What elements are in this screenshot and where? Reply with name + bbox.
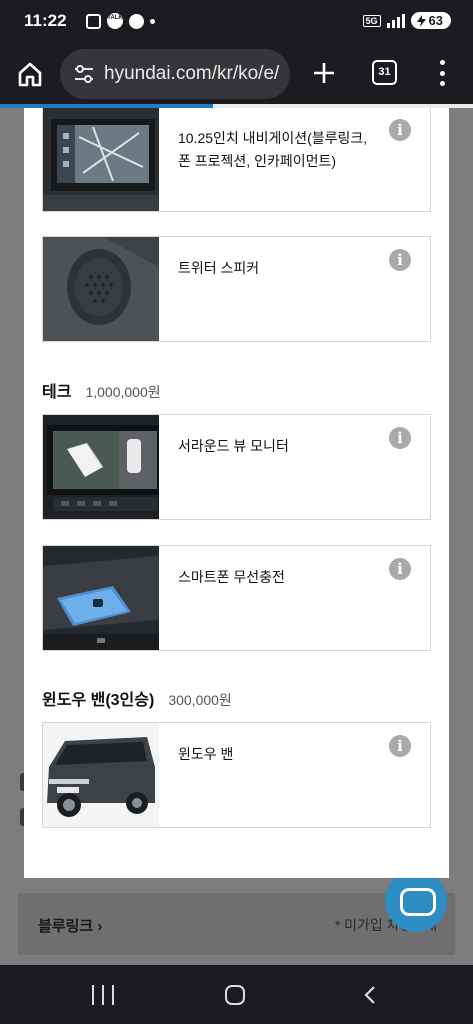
status-right: 5G 63 xyxy=(362,12,451,29)
option-detail-modal: 10.25인치 내비게이션(블루링크, 폰 프로젝션, 인카페이먼트) i 트위… xyxy=(24,108,449,878)
option-group-name: 윈도우 밴(3인승) xyxy=(42,692,155,709)
option-name: 스마트폰 무선충전 xyxy=(178,569,285,585)
bluelink-link[interactable]: 블루링크 › xyxy=(38,915,102,936)
chat-button[interactable] xyxy=(385,870,447,932)
more-menu-icon[interactable] xyxy=(438,60,446,86)
surround-view-monitor-image xyxy=(43,415,159,519)
option-name: 윈도우 밴 xyxy=(178,746,234,762)
chat-bubble-icon xyxy=(129,13,144,29)
new-tab-icon[interactable] xyxy=(309,58,339,88)
info-icon[interactable]: i xyxy=(389,427,411,449)
back-icon[interactable] xyxy=(360,985,380,1005)
battery-level: 63 xyxy=(428,13,443,28)
option-card: 스마트폰 무선충전 i xyxy=(42,545,431,651)
option-name: 트위터 스피커 xyxy=(178,260,260,276)
signal-icon xyxy=(386,13,405,28)
network-type: 5G xyxy=(362,14,381,27)
option-card: 윈도우 밴 i xyxy=(42,722,431,828)
window-van-car-image xyxy=(43,723,159,827)
status-bar: 11:22 TALK 5G 63 xyxy=(0,0,473,44)
chevron-right-icon: › xyxy=(97,918,103,935)
notification-icons: TALK xyxy=(86,13,155,29)
option-card: 10.25인치 내비게이션(블루링크, 폰 프로젝션, 인카페이먼트) i xyxy=(42,108,431,212)
option-group-header: 테크 1,000,000원 xyxy=(42,378,161,402)
info-icon[interactable]: i xyxy=(389,558,411,580)
web-page: 블루링크 › * 미가입 차량 0대 10.25인치 내비게이션(블루링크, 폰… xyxy=(0,108,473,965)
screenshot-icon xyxy=(86,13,101,29)
info-icon[interactable]: i xyxy=(389,249,411,271)
more-notifications-dot-icon xyxy=(150,18,155,24)
home-nav-icon[interactable] xyxy=(225,985,245,1005)
tab-switcher-button[interactable]: 31 xyxy=(372,60,397,85)
option-group-price: 1,000,000원 xyxy=(85,384,161,400)
status-time: 11:22 xyxy=(24,11,67,30)
talk-icon: TALK xyxy=(107,13,123,29)
system-nav-bar xyxy=(0,965,473,1024)
address-bar[interactable]: hyundai.com/kr/ko/e/ xyxy=(60,49,290,99)
option-name: 10.25인치 내비게이션(블루링크, 폰 프로젝션, 인카페이먼트) xyxy=(178,130,368,169)
battery-indicator: 63 xyxy=(410,12,451,29)
home-icon[interactable] xyxy=(16,60,44,88)
info-icon[interactable]: i xyxy=(389,735,411,757)
option-group-name: 테크 xyxy=(42,384,72,401)
charging-bolt-icon xyxy=(416,14,426,27)
info-icon[interactable]: i xyxy=(389,119,411,141)
tweeter-speaker-image xyxy=(43,237,159,341)
option-card: 서라운드 뷰 모니터 i xyxy=(42,414,431,520)
option-group-header: 윈도우 밴(3인승) 300,000원 xyxy=(42,686,232,710)
option-group-price: 300,000원 xyxy=(168,692,232,708)
browser-toolbar: hyundai.com/kr/ko/e/ 31 xyxy=(0,44,473,104)
wireless-charging-pad-image xyxy=(43,546,159,650)
option-card: 트위터 스피커 i xyxy=(42,236,431,342)
option-name: 서라운드 뷰 모니터 xyxy=(178,438,289,454)
navigation-screen-image xyxy=(43,108,159,211)
site-settings-icon[interactable] xyxy=(72,62,96,86)
recent-apps-icon[interactable] xyxy=(92,985,114,1005)
url-text: hyundai.com/kr/ko/e/ xyxy=(104,63,280,84)
